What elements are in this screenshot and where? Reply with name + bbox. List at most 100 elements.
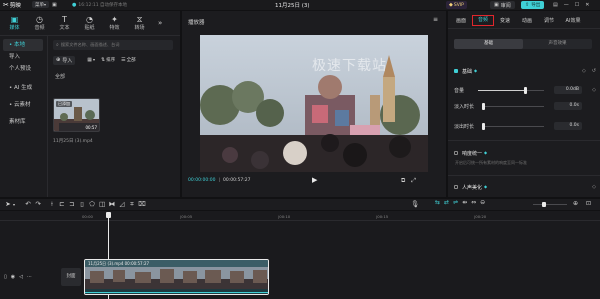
sidebar-item-import[interactable]: 导入 <box>3 51 43 63</box>
play-icon[interactable]: ▶ <box>312 177 317 184</box>
layout-icon[interactable]: ▣ <box>52 2 57 8</box>
minimize-icon[interactable]: — <box>564 2 569 8</box>
fadein-slider-handle[interactable] <box>482 103 485 110</box>
tab-media[interactable]: ▣ 媒体 <box>2 15 27 31</box>
timecode: 00:00:00:00 | 00:00:57:27 <box>188 178 251 183</box>
split-right-icon[interactable]: ⊐ <box>67 201 77 208</box>
tab-effects[interactable]: ✦ 特效 <box>102 15 127 31</box>
tab-transition[interactable]: ⧖ 转场 <box>127 15 152 31</box>
more-tabs-icon[interactable]: » <box>158 19 162 27</box>
tab-picture[interactable]: 画面 <box>450 17 472 24</box>
checkbox-checked[interactable] <box>454 69 458 73</box>
voice-checkbox[interactable] <box>454 185 458 189</box>
keyframe-icon[interactable]: ◇ <box>592 184 596 190</box>
total-time: 00:00:57:27 <box>222 178 251 183</box>
tab-speed[interactable]: 变速 <box>494 17 516 24</box>
fadeout-value[interactable]: 0.0s <box>554 122 582 130</box>
crop-icon[interactable]: ⌗ <box>127 201 137 208</box>
main-track-magnet-icon[interactable]: ⇆ <box>435 200 440 206</box>
review-icon: ▣ <box>494 1 499 8</box>
tab-text[interactable]: T 文本 <box>52 15 77 31</box>
menu-lines-icon[interactable]: ≡ <box>433 17 438 23</box>
volume-slider[interactable] <box>478 87 544 94</box>
video-preview[interactable]: 极速下载站 <box>200 35 428 172</box>
filter-icon[interactable]: ☰ <box>121 57 125 63</box>
split-left-icon[interactable]: ⊏ <box>57 201 67 208</box>
undo-icon[interactable]: ↶ <box>23 201 33 208</box>
rotate-icon[interactable]: ◿ <box>117 201 127 208</box>
fadein-value[interactable]: 0.0s <box>554 102 582 110</box>
marker-icon[interactable]: ⬠ <box>87 201 97 208</box>
window-controls: ▤ — ☐ ✕ <box>553 1 589 9</box>
video-clip[interactable]: 11月25日 (3).mp4 00:00:57:27 <box>84 259 269 295</box>
playhead-handle[interactable] <box>106 212 111 218</box>
maximize-icon[interactable]: ☐ <box>575 2 579 8</box>
redo-icon[interactable]: ↷ <box>33 201 43 208</box>
divider <box>448 175 600 176</box>
sidebar-item-presets[interactable]: 个人预设 <box>3 63 43 75</box>
freeze-icon[interactable]: ⌧ <box>137 201 147 208</box>
tab-audio[interactable]: ◷ 音频 <box>27 15 52 31</box>
zoom-slider[interactable] <box>533 204 567 205</box>
added-badge: 已添加 <box>56 101 72 107</box>
fadein-slider[interactable] <box>482 103 544 110</box>
fadeout-slider[interactable] <box>482 123 544 130</box>
fadeout-slider-handle[interactable] <box>482 123 485 130</box>
subtab-sound-effects[interactable]: 声音效果 <box>523 39 592 49</box>
volume-slider-handle[interactable] <box>524 87 528 94</box>
cover-button[interactable]: 封面 <box>61 268 81 286</box>
eye-icon[interactable]: ◉ <box>11 275 15 280</box>
filter-button[interactable]: 全部 <box>127 57 136 63</box>
keyframe-icon[interactable]: ◇ <box>582 68 586 74</box>
tab-adjust[interactable]: 调节 <box>538 17 560 24</box>
sort-icon[interactable]: ⇅ <box>101 57 105 63</box>
divider <box>448 140 600 141</box>
fullscreen-icon[interactable]: ⤢ <box>411 178 416 184</box>
sort-button[interactable]: 排序 <box>106 57 115 63</box>
speaker-icon[interactable]: ◁ <box>19 275 23 280</box>
fit-icon[interactable]: ⊡ <box>586 201 591 207</box>
import-button[interactable]: ⊕ 导入 <box>53 55 76 65</box>
delete-icon[interactable]: ▯ <box>77 201 87 208</box>
volume-value[interactable]: 0.0dB <box>554 86 582 94</box>
sidebar-item-cloud[interactable]: • 云素材 <box>3 99 43 111</box>
sidebar-item-library[interactable]: 素材库 <box>3 116 43 128</box>
auto-snap-icon[interactable]: ⇄ <box>444 200 449 206</box>
review-button[interactable]: ▣ 审阅 <box>490 1 515 9</box>
vip-badge[interactable]: ◆ SVIP <box>446 1 467 9</box>
mask-icon[interactable]: ◫ <box>97 201 107 208</box>
chevron-down-icon[interactable]: ▾ <box>13 202 15 207</box>
grid-view-icon[interactable]: ▦ <box>87 57 92 63</box>
sidebar-item-local[interactable]: • 本地 <box>3 39 43 51</box>
align-icon[interactable]: ⇔ <box>471 200 476 206</box>
split-icon[interactable]: ⟊ <box>47 201 57 208</box>
media-clip-thumbnail[interactable]: 已添加 00:57 <box>53 98 100 132</box>
subtab-basic[interactable]: 基础 <box>454 39 523 49</box>
mirror-icon[interactable]: ⧓ <box>107 201 117 208</box>
tab-audio-active[interactable]: 音频 <box>472 15 494 26</box>
tab-sticker[interactable]: ◔ 贴纸 <box>77 15 102 31</box>
tab-animation[interactable]: 动画 <box>516 17 538 24</box>
export-button[interactable]: ⇪ 导出 <box>521 1 545 9</box>
preview-axis-icon[interactable]: ⇹ <box>462 200 467 206</box>
crop-icon[interactable]: ⧉ <box>401 178 405 184</box>
zoom-slider-handle[interactable] <box>542 202 546 207</box>
loudness-checkbox[interactable] <box>454 151 458 155</box>
more-icon[interactable]: ⋯ <box>27 275 32 280</box>
close-icon[interactable]: ✕ <box>585 2 589 8</box>
chevron-down-icon[interactable]: ▾ <box>93 58 95 62</box>
zoom-in-icon[interactable]: ⊕ <box>573 201 578 207</box>
clip-duration: 00:57 <box>85 125 97 130</box>
sidebar-item-ai[interactable]: • AI 生成 <box>3 82 43 94</box>
search-input[interactable]: ⌕ 搜索文件名称、画面描述、台词 <box>53 40 173 50</box>
microphone-icon[interactable]: 🎙︎ <box>410 201 420 208</box>
zoom-out-icon[interactable]: ⊖ <box>480 200 485 206</box>
select-cursor-icon[interactable]: ➤ <box>3 201 13 208</box>
keyframe-icon[interactable]: ◇ <box>592 87 596 93</box>
lock-icon[interactable]: ▯ <box>4 275 7 280</box>
tab-ai-effects[interactable]: AI效果 <box>560 17 586 24</box>
menu-button[interactable]: 菜单▾ <box>32 1 49 8</box>
reset-icon[interactable]: ↺ <box>592 68 596 74</box>
layout-grid-icon[interactable]: ▤ <box>553 2 558 8</box>
linkage-icon[interactable]: ⇌ <box>453 200 458 206</box>
